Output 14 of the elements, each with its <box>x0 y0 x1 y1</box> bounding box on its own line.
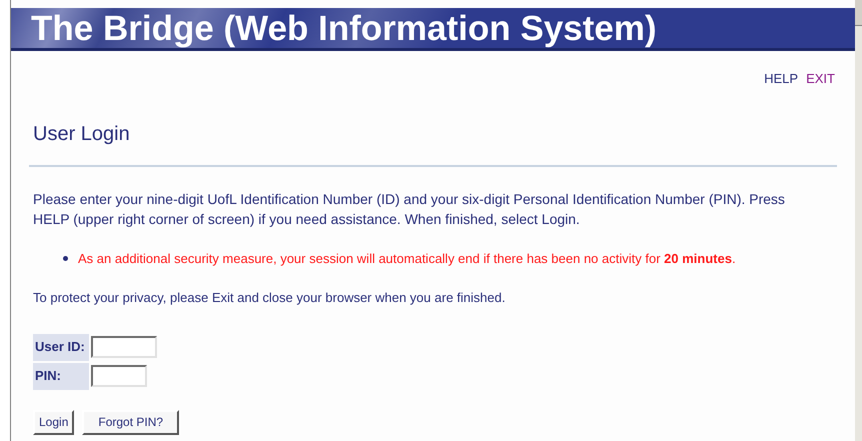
input-field[interactable] <box>91 336 157 358</box>
bullet-icon <box>63 256 68 261</box>
form-button[interactable]: Forgot PIN? <box>82 410 180 434</box>
field-label: User ID: <box>33 334 89 360</box>
input-field[interactable] <box>91 365 147 387</box>
page-heading: User Login <box>33 122 131 146</box>
form-button[interactable]: Login <box>33 410 74 434</box>
instructions-text: Please enter your nine-digit UofL Identification Number (ID) and your six-digit Personal Identification Number (PIN). Press HELP (upper right corner of screen) if you need assistance. When finished, select Login. <box>33 190 786 228</box>
nav-link[interactable]: EXIT <box>806 69 835 88</box>
security-notice: As an additional security measure, your session will automatically end if there has been no activity for 20 minutes. <box>78 250 736 268</box>
privacy-note: To protect your privacy, please Exit and close your browser when you are finished. <box>33 289 506 307</box>
nav-link[interactable]: HELP <box>764 69 798 88</box>
banner-title: The Bridge (Web Information System) <box>31 10 657 46</box>
field-label: PIN: <box>33 362 89 390</box>
